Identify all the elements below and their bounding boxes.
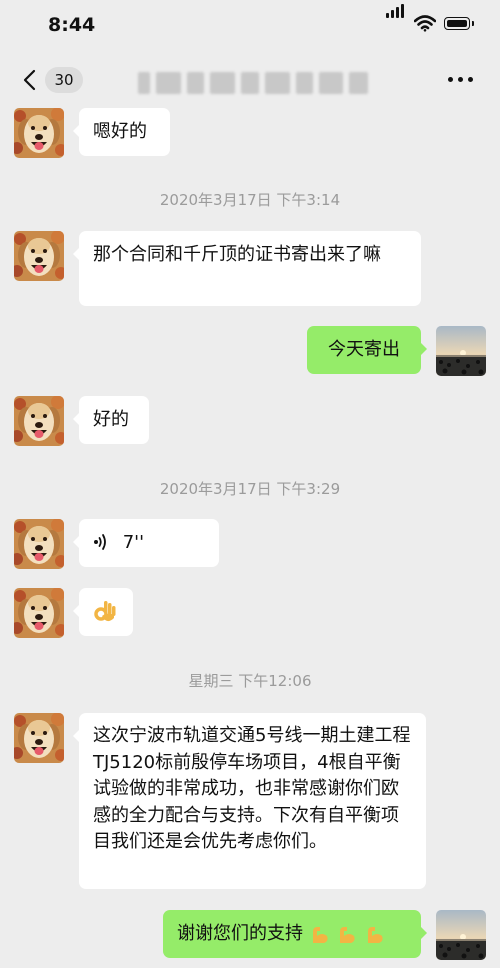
- voice-message-bubble[interactable]: 7'': [73, 519, 219, 567]
- timestamp: 2020年3月17日 下午3:29: [159, 480, 341, 498]
- message-bubble-received[interactable]: 好的: [73, 396, 149, 444]
- message-list[interactable]: 嗯好的 2020年3月17日 下午3:14 那个合同和千斤顶的证书寄出来了嘛 今…: [0, 108, 500, 968]
- flexed-biceps-emoji: [340, 927, 356, 943]
- chat-title-redacted: [138, 72, 368, 94]
- message-text: 嗯好的: [93, 121, 147, 142]
- message-bubble-received[interactable]: 那个合同和千斤顶的证书寄出来了嘛: [73, 231, 421, 306]
- contact-avatar[interactable]: [14, 231, 64, 281]
- message-bubble-received[interactable]: 嗯好的: [73, 108, 170, 156]
- my-avatar[interactable]: [436, 910, 486, 960]
- timestamp: 星期三 下午12:06: [188, 672, 312, 690]
- wifi-icon: [413, 15, 437, 36]
- unread-count-badge[interactable]: 30: [45, 67, 83, 93]
- voice-duration: 7'': [122, 532, 145, 553]
- message-text: 谢谢您们的支持: [177, 923, 303, 944]
- message-bubble-sent[interactable]: 今天寄出: [307, 326, 427, 374]
- flexed-biceps-emoji: [368, 927, 383, 943]
- chevron-left-icon: [23, 69, 36, 91]
- message-text: 那个合同和千斤顶的证书寄出来了嘛: [93, 244, 381, 265]
- status-time: 8:44: [48, 14, 96, 36]
- contact-avatar[interactable]: [14, 713, 64, 763]
- voice-wave-icon: [94, 533, 106, 550]
- contact-avatar[interactable]: [14, 588, 64, 638]
- back-button[interactable]: [22, 69, 36, 91]
- contact-avatar[interactable]: [14, 519, 64, 569]
- battery-tip: [472, 21, 474, 26]
- flexed-biceps-emoji: [312, 927, 328, 943]
- contact-avatar[interactable]: [14, 396, 64, 446]
- message-text: 好的: [93, 409, 129, 430]
- message-bubble-received[interactable]: [73, 588, 133, 636]
- chat-header: 30: [0, 52, 500, 108]
- battery-icon: [444, 17, 470, 30]
- message-bubble-sent[interactable]: 谢谢您们的支持: [163, 910, 427, 958]
- ok-hand-emoji: [94, 601, 116, 622]
- status-bar: 8:44: [0, 0, 500, 52]
- message-text: 今天寄出: [328, 339, 400, 360]
- contact-avatar[interactable]: [14, 108, 64, 158]
- my-avatar[interactable]: [436, 326, 486, 376]
- message-text: 这次宁波市轨道交通5号线一期土建工程TJ5120标前殷停车场项目，4根自平衡试验…: [93, 725, 411, 852]
- message-bubble-received[interactable]: 这次宁波市轨道交通5号线一期土建工程TJ5120标前殷停车场项目，4根自平衡试验…: [73, 713, 426, 889]
- flexed-biceps-emoji-group: [309, 923, 386, 944]
- more-options-button[interactable]: [446, 74, 476, 84]
- timestamp: 2020年3月17日 下午3:14: [159, 191, 341, 209]
